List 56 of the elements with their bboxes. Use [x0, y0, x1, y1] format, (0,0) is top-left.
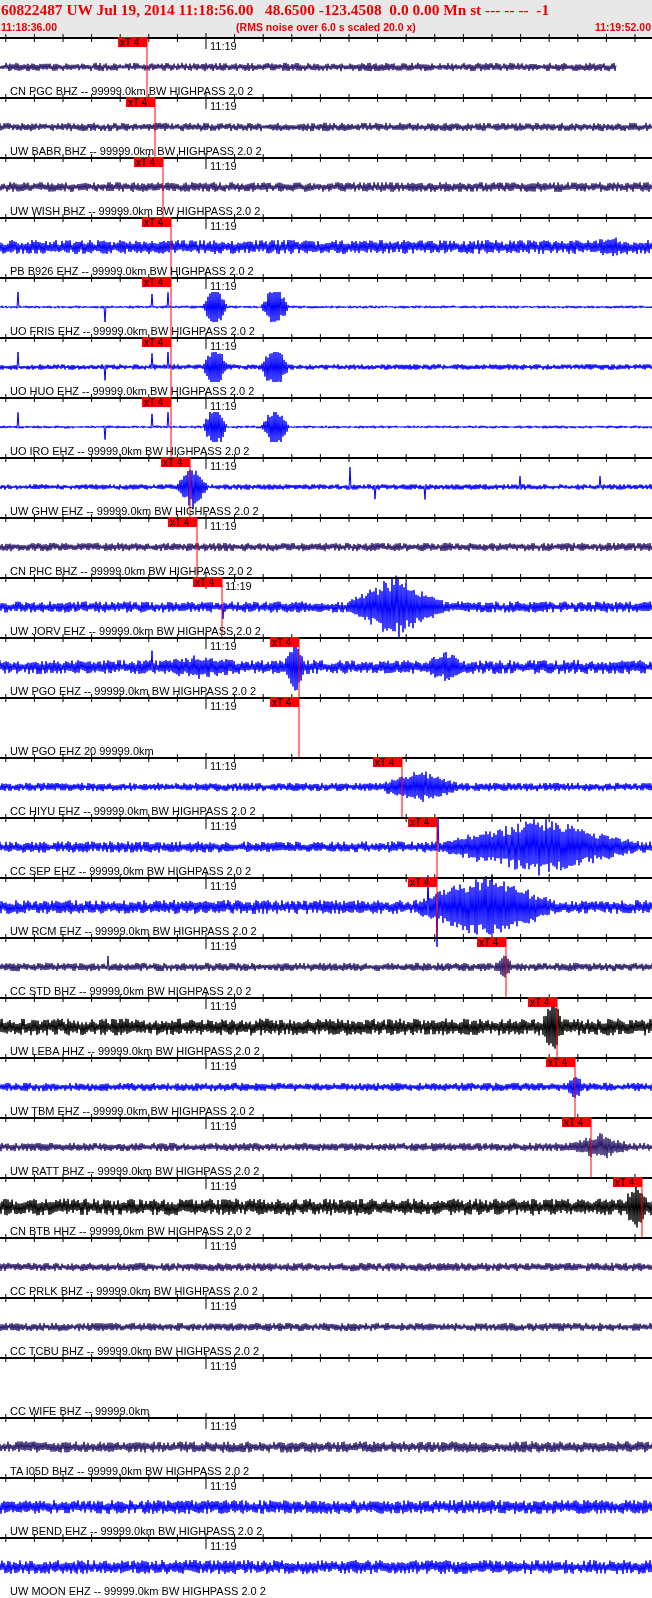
- station-label: UW BEND EHZ -- 99999.0km BW HIGHPASS 2.0 2: [10, 1525, 263, 1537]
- station-label: TA I05D BHZ -- 99999.0km BW HIGHPASS 2.0 2: [10, 1465, 250, 1477]
- station-label: CC HIYU EHZ -- 99999.0km BW HIGHPASS 2.0 2: [10, 805, 256, 817]
- time-label: 11:19: [210, 1300, 237, 1312]
- time-label: 11:19: [225, 580, 252, 592]
- station-label: UW PGO EHZ 20 99999.0km: [10, 745, 154, 757]
- time-label: 11:19: [210, 1120, 237, 1132]
- time-label: 11:19: [210, 640, 237, 652]
- time-label: 11:19: [210, 1360, 237, 1372]
- station-label: UW RCM EHZ -- 99999.0km BW HIGHPASS 2.0 2: [10, 925, 257, 937]
- time-label: 11:19: [210, 220, 237, 232]
- station-label: UO IRO EHZ -- 99999.0km BW HIGHPASS 2.0 2: [10, 445, 250, 457]
- time-label: 11:19: [210, 340, 237, 352]
- start-time: 11:18:36.00: [1, 20, 58, 34]
- time-label: 11:19: [210, 280, 237, 292]
- station-label: CC SEP EHZ -- 99999.0km BW HIGHPASS 2.0 2: [10, 865, 252, 877]
- station-label: UW WISH BHZ -- 99999.0km BW HIGHPASS 2.0 2: [10, 205, 261, 217]
- station-label: CC PRLK BHZ -- 99999.0km BW HIGHPASS 2.0 2: [10, 1285, 258, 1297]
- noise-note: (RMS noise over 6.0 s scaled 20.0 x): [236, 20, 416, 34]
- time-label: 11:19: [210, 1480, 237, 1492]
- time-label: 11:19: [210, 400, 237, 412]
- time-label: 11:19: [210, 1540, 237, 1552]
- station-label: UW MOON EHZ -- 99999.0km BW HIGHPASS 2.0 2: [10, 1585, 266, 1597]
- time-label: 11:19: [210, 1420, 237, 1432]
- station-label: CC STD BHZ -- 99999.0km BW HIGHPASS 2.0 2: [10, 985, 252, 997]
- end-time: 11:19:52.00: [594, 20, 651, 34]
- station-label: UW GHW EHZ -- 99999.0km BW HIGHPASS 2.0 2: [10, 505, 259, 517]
- station-label: UW JORV EHZ -- 99999.0km BW HIGHPASS 2.0 2: [10, 625, 261, 637]
- station-label: UW BABR BHZ -- 99999.0km BW HIGHPASS 2.0 2: [10, 145, 262, 157]
- station-label: CC WIFE BHZ -- 99999.0km: [10, 1405, 150, 1417]
- time-label: 11:19: [210, 940, 237, 952]
- time-label: 11:19: [210, 760, 237, 772]
- time-label: 11:19: [210, 1000, 237, 1012]
- station-label: UW RATT BHZ -- 99999.0km BW HIGHPASS 2.0 2: [10, 1165, 260, 1177]
- time-label: 11:19: [210, 100, 237, 112]
- time-label: 11:19: [210, 40, 237, 52]
- station-label: CN PGC BHZ -- 99999.0km BW HIGHPASS 2.0 2: [10, 85, 254, 97]
- station-label: PB B926 EHZ -- 99999.0km BW HIGHPASS 2.0 2: [10, 265, 254, 277]
- time-label: 11:19: [210, 1180, 237, 1192]
- time-label: 11:19: [210, 880, 237, 892]
- time-label: 11:19: [210, 460, 237, 472]
- station-label: CC TCBU BHZ -- 99999.0km BW HIGHPASS 2.0 2: [10, 1345, 259, 1357]
- station-label: UW PGO EHZ -- 99999.0km BW HIGHPASS 2.0 2: [10, 685, 257, 697]
- station-label: UO HUO EHZ -- 99999.0km BW HIGHPASS 2.0 2: [10, 385, 255, 397]
- station-label: UW LEBA HHZ -- 99999.0km BW HIGHPASS 2.0 2: [10, 1045, 260, 1057]
- time-label: 11:19: [210, 820, 237, 832]
- time-label: 11:19: [210, 520, 237, 532]
- time-label: 11:19: [210, 160, 237, 172]
- station-label: CN BTB HHZ -- 99999.0km BW HIGHPASS 2.0 2: [10, 1225, 252, 1237]
- station-label: UO FRIS EHZ -- 99999.0km BW HIGHPASS 2.0 2: [10, 325, 255, 337]
- time-label: 11:19: [210, 1060, 237, 1072]
- station-label: UW TBM EHZ -- 99999.0km BW HIGHPASS 2.0 2: [10, 1105, 255, 1117]
- time-label: 11:19: [210, 1240, 237, 1252]
- station-label: CN PHC BHZ -- 99999.0km BW HIGHPASS 2.0 2: [10, 565, 253, 577]
- event-title: 60822487 UW Jul 19, 2014 11:18:56.00 48.6500 -123.4508 0.0 0.00 Mn st --- -- -- -1: [0, 0, 551, 20]
- time-label: 11:19: [210, 700, 237, 712]
